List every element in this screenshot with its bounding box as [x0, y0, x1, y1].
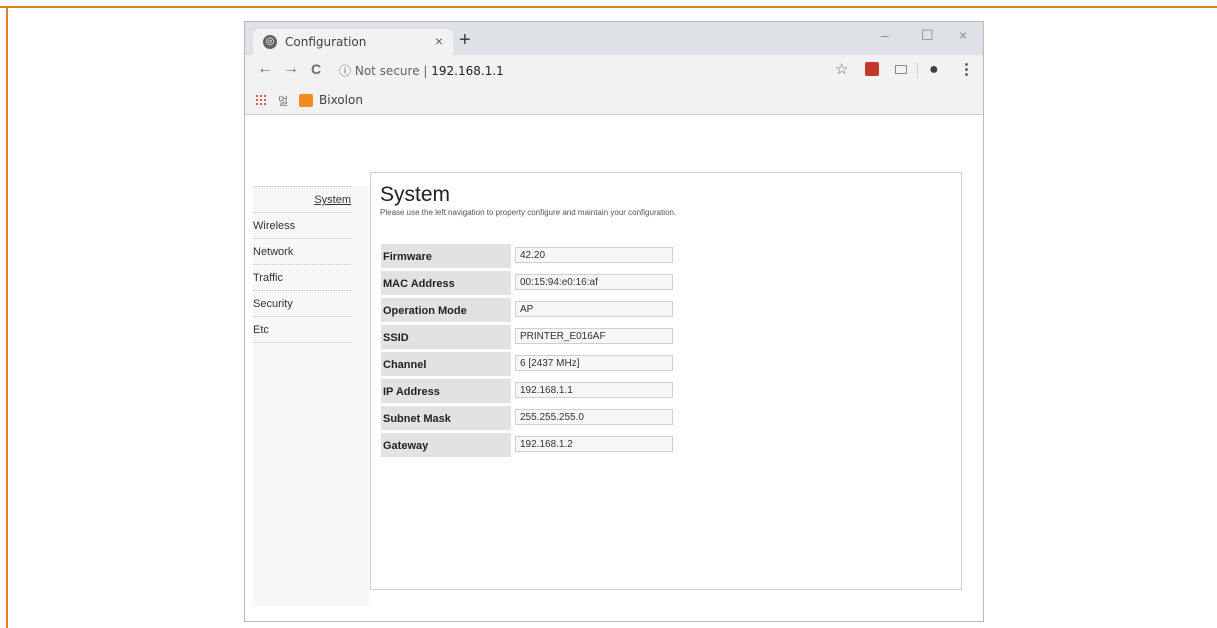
info-row-mac-address: MAC Address 00:15:94:e0:16:af	[381, 271, 681, 295]
browser-toolbar: ← → C ⓘ Not secure | 192.168.1.1 ☆ ● ⋮	[245, 55, 983, 85]
info-value: 00:15:94:e0:16:af	[515, 274, 673, 290]
security-text: Not secure	[354, 64, 420, 78]
pdf-extension-icon[interactable]	[865, 62, 879, 76]
info-label: SSID	[381, 325, 511, 349]
info-value: AP	[515, 301, 673, 317]
page-title: System	[380, 183, 451, 206]
frame-left-border	[6, 6, 8, 628]
content-panel: System Please use the left navigation to…	[370, 172, 962, 590]
maximize-button[interactable]: ☐	[921, 27, 934, 44]
bookmark-bixolon[interactable]: Bixolon	[319, 93, 363, 107]
nav-system[interactable]: System	[253, 186, 351, 212]
info-value: PRINTER_E016AF	[515, 328, 673, 344]
info-row-subnet-mask: Subnet Mask 255.255.255.0	[381, 406, 681, 430]
nav-network[interactable]: Network	[253, 238, 351, 264]
account-icon[interactable]: ●	[929, 61, 939, 78]
back-icon[interactable]: ←	[257, 60, 273, 78]
info-label: Firmware	[381, 244, 511, 268]
info-row-ssid: SSID PRINTER_E016AF	[381, 325, 681, 349]
bixolon-bookmark-icon	[299, 94, 313, 107]
nav-wireless[interactable]: Wireless	[253, 212, 351, 238]
info-value: 192.168.1.1	[515, 382, 673, 398]
info-label: Subnet Mask	[381, 406, 511, 430]
info-label: MAC Address	[381, 271, 511, 295]
nav-traffic[interactable]: Traffic	[253, 264, 351, 290]
minimize-button[interactable]: –	[881, 27, 889, 43]
new-tab-button[interactable]: +	[459, 30, 471, 50]
globe-icon: ◎	[263, 35, 277, 49]
tab-strip: ◎ Configuration × + – ☐ ×	[245, 22, 983, 55]
info-value: 42.20	[515, 247, 673, 263]
reload-icon[interactable]: C	[311, 60, 321, 78]
frame-top-border	[0, 6, 1217, 8]
info-value: 255.255.255.0	[515, 409, 673, 425]
address-bar[interactable]: ⓘ Not secure | 192.168.1.1	[339, 62, 504, 79]
info-row-gateway: Gateway 192.168.1.2	[381, 433, 681, 457]
info-row-ip-address: IP Address 192.168.1.1	[381, 379, 681, 403]
tab-title: Configuration	[285, 35, 367, 49]
toolbar-divider	[917, 62, 918, 78]
nav-security[interactable]: Security	[253, 290, 351, 316]
info-label: Operation Mode	[381, 298, 511, 322]
menu-icon[interactable]: ⋮	[959, 61, 974, 78]
address-separator: |	[423, 64, 428, 78]
info-value: 6 [2437 MHz]	[515, 355, 673, 371]
close-window-button[interactable]: ×	[959, 27, 967, 43]
cast-icon[interactable]	[895, 65, 907, 74]
info-label: Channel	[381, 352, 511, 376]
side-navigation: System Wireless Network Traffic Security…	[253, 186, 369, 606]
apps-grid-icon[interactable]	[255, 94, 267, 106]
tab-close-icon[interactable]: ×	[435, 33, 443, 49]
bookmark-star-icon[interactable]: ☆	[835, 61, 848, 78]
info-label: IP Address	[381, 379, 511, 403]
info-value: 192.168.1.2	[515, 436, 673, 452]
info-label: Gateway	[381, 433, 511, 457]
tab-configuration[interactable]: ◎ Configuration ×	[253, 29, 453, 55]
page-description: Please use the left navigation to proper…	[380, 208, 677, 217]
url-text: 192.168.1.1	[431, 64, 504, 78]
bookmark-item-small[interactable]: 멀	[278, 93, 288, 109]
forward-icon[interactable]: →	[283, 60, 299, 78]
browser-window: ◎ Configuration × + – ☐ × ← → C ⓘ Not se…	[244, 21, 984, 622]
bookmarks-bar: 멀 Bixolon	[245, 85, 983, 115]
nav-etc[interactable]: Etc	[253, 316, 351, 342]
nav-bottom-divider	[253, 342, 351, 343]
info-icon[interactable]: ⓘ	[339, 64, 351, 78]
info-row-channel: Channel 6 [2437 MHz]	[381, 352, 681, 376]
info-row-firmware: Firmware 42.20	[381, 244, 681, 268]
info-row-operation-mode: Operation Mode AP	[381, 298, 681, 322]
